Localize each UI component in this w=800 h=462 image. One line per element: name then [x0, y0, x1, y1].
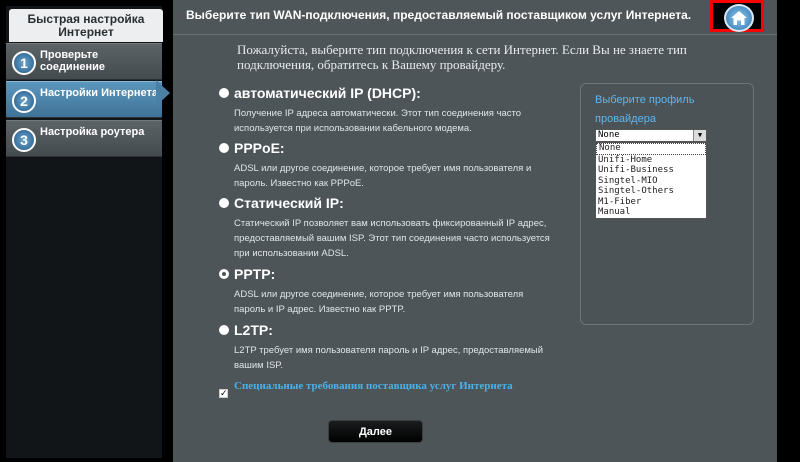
provider-option-unifi-home[interactable]: Unifi-Home	[596, 155, 706, 166]
radio-pppoe[interactable]	[219, 143, 229, 153]
step-number: 1	[12, 51, 36, 75]
radio-static-ip[interactable]	[219, 198, 229, 208]
radio-pptp[interactable]	[219, 269, 229, 279]
option-title: автоматический IP (DHCP):	[234, 85, 421, 101]
provider-profile-label: Выберите профиль провайдера	[595, 94, 695, 125]
option-desc: ADSL или другое соединение, которое треб…	[234, 163, 532, 189]
step-label: Настройка роутера	[40, 126, 145, 138]
provider-option-unifi-business[interactable]: Unifi-Business	[596, 165, 706, 176]
option-desc: Получение IP адреса автоматически. Этот …	[234, 108, 522, 134]
sidebar-step-router-setup[interactable]: 3 Настройка роутера	[6, 120, 162, 157]
provider-dropdown-list: None Unifi-Home Unifi-Business Singtel-M…	[595, 142, 707, 219]
sidebar-step-check-connection[interactable]: 1 Проверьте соединение	[6, 43, 162, 80]
provider-select[interactable]: None ▼	[595, 129, 707, 142]
window-edge	[777, 0, 800, 462]
special-requirements-checkbox[interactable]: ✓	[219, 389, 228, 398]
sidebar-step-internet-settings[interactable]: 2 Настройки Интернета	[6, 81, 162, 118]
step-label: Настройки Интернета	[40, 87, 158, 99]
provider-option-singtel-others[interactable]: Singtel-Others	[596, 186, 706, 197]
option-desc: ADSL или другое соединение, которое треб…	[234, 289, 524, 315]
radio-l2tp[interactable]	[219, 325, 229, 335]
header: Выберите тип WAN-подключения, предоставл…	[173, 0, 777, 35]
home-button-highlight	[710, 0, 764, 32]
sidebar-title: Быстрая настройка Интернет	[9, 9, 163, 42]
chevron-down-icon[interactable]: ▼	[693, 130, 706, 141]
radio-dhcp[interactable]	[219, 88, 229, 98]
provider-option-manual[interactable]: Manual	[596, 207, 706, 218]
provider-option-none[interactable]: None	[596, 143, 706, 155]
sidebar: Быстрая настройка Интернет 1 Проверьте с…	[6, 6, 163, 458]
main-panel: Выберите тип WAN-подключения, предоставл…	[173, 0, 777, 462]
option-title: PPTP:	[234, 266, 276, 282]
provider-option-m1-fiber[interactable]: M1-Fiber	[596, 197, 706, 208]
option-title: Статический IP:	[234, 195, 344, 211]
special-requirements-link[interactable]: Специальные требования поставщика услуг …	[234, 380, 514, 393]
step-label: Проверьте соединение	[40, 49, 105, 73]
provider-selected-value: None	[598, 130, 620, 140]
step-number: 2	[12, 89, 36, 113]
home-icon	[731, 11, 747, 25]
option-desc: Статический IP позволяет вам использоват…	[234, 218, 550, 259]
provider-option-singtel-mio[interactable]: Singtel-MIO	[596, 176, 706, 187]
option-title: L2TP:	[234, 322, 273, 338]
home-button[interactable]	[724, 4, 754, 32]
page-title: Выберите тип WAN-подключения, предоставл…	[186, 8, 692, 22]
option-title: PPPoE:	[234, 140, 285, 156]
provider-profile-box: Выберите профиль провайдера None ▼ None …	[580, 83, 754, 325]
step-number: 3	[12, 128, 36, 152]
intro-text: Пожалуйста, выберите тип подключения к с…	[237, 42, 687, 72]
option-desc: L2TP требует имя пользователя пароль и I…	[234, 345, 544, 371]
active-step-arrow	[156, 80, 170, 106]
next-button[interactable]: Далее	[328, 420, 423, 443]
